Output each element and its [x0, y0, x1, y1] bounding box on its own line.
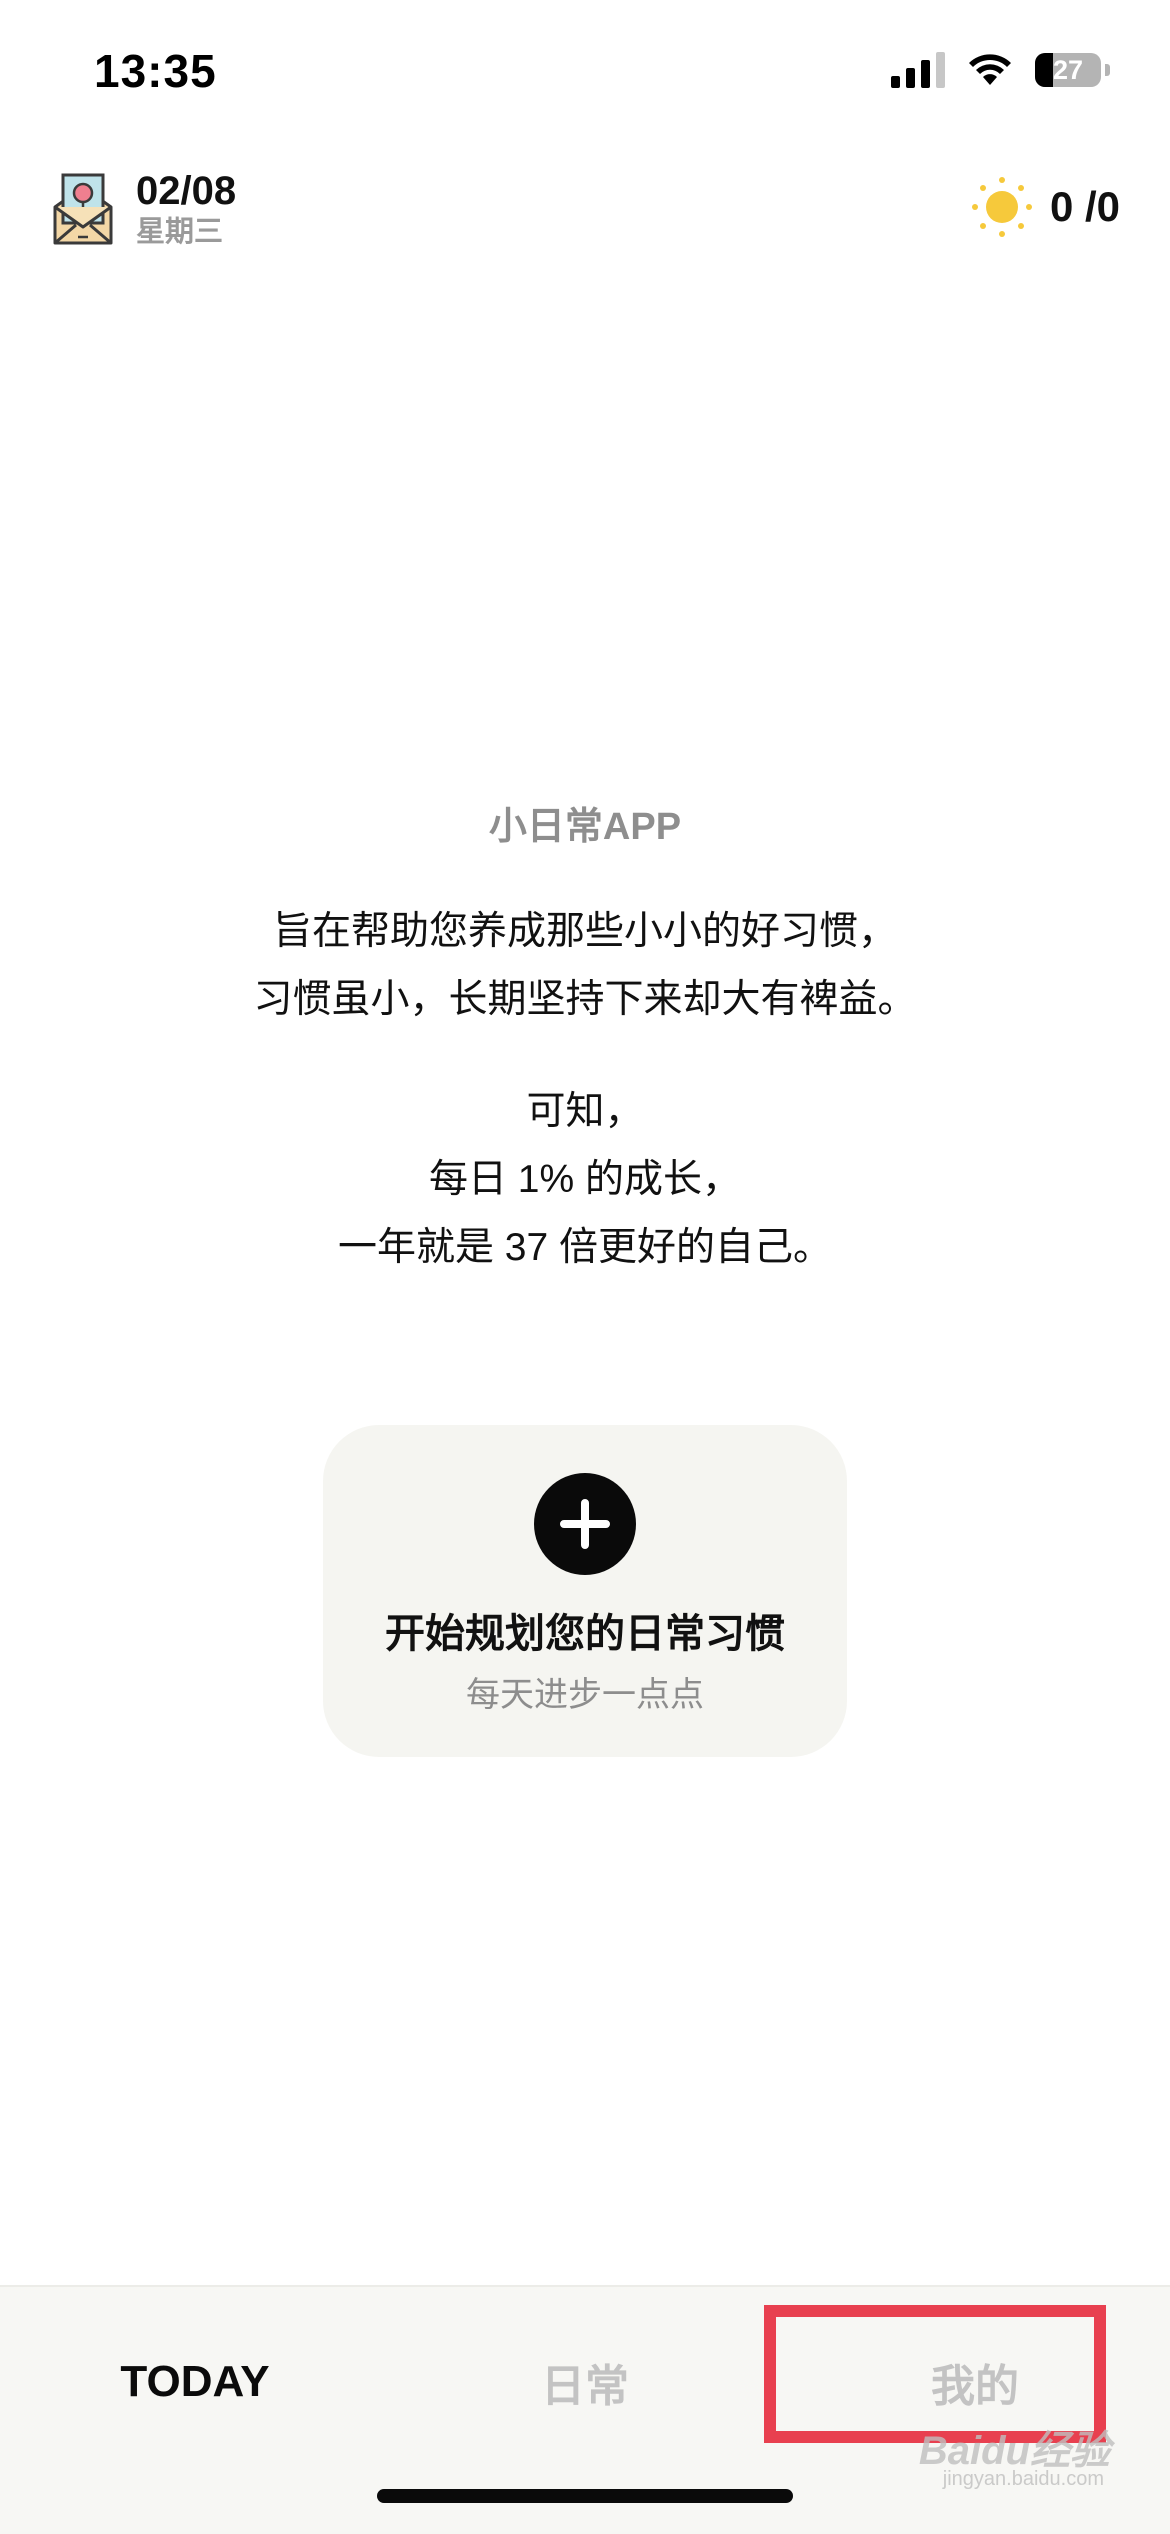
header-date-text: 02/08 星期三 — [136, 168, 236, 250]
cellular-signal-icon — [891, 52, 945, 88]
watermark-url: jingyan.baidu.com — [942, 2468, 1104, 2490]
battery-icon: 27 — [1035, 53, 1101, 87]
start-planning-card[interactable]: 开始规划您的日常习惯 每天进步一点点 — [323, 1425, 847, 1757]
intro-paragraph-2: 可知， 每日 1% 的成长， 一年就是 37 倍更好的自己。 — [0, 1078, 1170, 1282]
intro-line: 习惯虽小，长期坚持下来却大有裨益。 — [253, 978, 917, 1021]
sun-icon — [971, 177, 1032, 237]
header-score: 0 /0 — [1049, 183, 1120, 230]
intro-title: 小日常APP — [488, 806, 682, 848]
card-title: 开始规划您的日常习惯 — [385, 1612, 785, 1656]
header-date-block: 02/08 星期三 — [52, 168, 236, 250]
intro-line: 每日 1% 的成长， — [428, 1158, 742, 1201]
home-indicator[interactable] — [377, 2489, 793, 2503]
header-weekday: 星期三 — [136, 216, 224, 248]
plus-icon[interactable] — [534, 1473, 636, 1575]
tab-today[interactable]: TODAY — [0, 2327, 390, 2437]
intro-line: 一年就是 37 倍更好的自己。 — [337, 1226, 833, 1269]
wifi-icon — [969, 54, 1011, 85]
intro-line: 可知， — [526, 1090, 644, 1133]
status-icons: 27 — [891, 52, 1110, 88]
battery-cap — [1105, 64, 1110, 76]
header-progress[interactable]: 0 /0 — [970, 175, 1120, 239]
intro-paragraph-1: 旨在帮助您养成那些小小的好习惯， 习惯虽小，长期坚持下来却大有裨益。 — [0, 898, 1170, 1034]
header-date: 02/08 — [136, 169, 237, 213]
battery-level: 27 — [1052, 54, 1084, 85]
card-subtitle: 每天进步一点点 — [466, 1676, 704, 1714]
intro-line: 旨在帮助您养成那些小小的好习惯， — [272, 910, 897, 953]
status-time: 13:35 — [94, 45, 217, 97]
status-bar: 13:35 27 — [0, 0, 1170, 150]
envelope-balloon-icon — [53, 173, 113, 245]
tab-daily[interactable]: 日常 — [390, 2327, 780, 2437]
